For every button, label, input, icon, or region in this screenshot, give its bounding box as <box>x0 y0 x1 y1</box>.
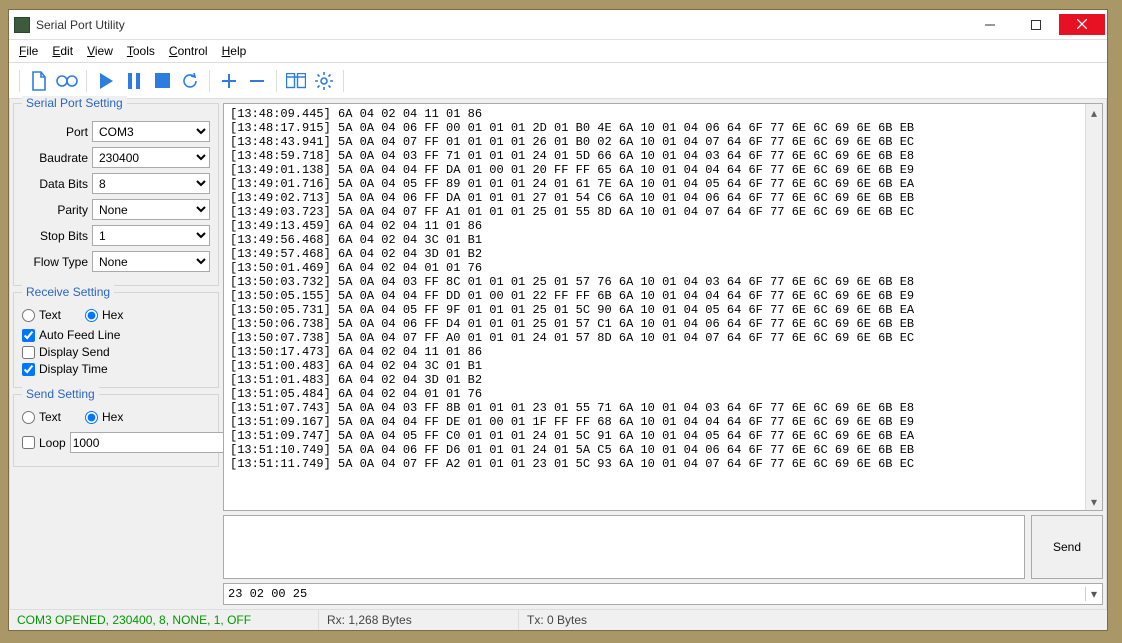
output-scrollbar[interactable]: ▴ ▾ <box>1085 104 1102 510</box>
maximize-button[interactable] <box>1013 15 1059 35</box>
menu-help[interactable]: Help <box>216 42 253 60</box>
flow-select[interactable]: None <box>92 251 210 272</box>
serial-port-title: Serial Port Setting <box>22 96 127 110</box>
autofeed-check[interactable]: Auto Feed Line <box>22 328 210 342</box>
send-group: Send Setting Text Hex Loop ms <box>13 394 219 467</box>
statusbar: COM3 OPENED, 230400, 8, NONE, 1, OFF Rx:… <box>9 609 1107 630</box>
status-rx: Rx: 1,268 Bytes <box>319 610 519 630</box>
parity-label: Parity <box>22 203 88 217</box>
left-panel: Serial Port Setting Port COM3 Baudrate 2… <box>13 103 219 605</box>
history-input[interactable] <box>224 587 1085 601</box>
send-hex-radio[interactable]: Hex <box>85 410 123 424</box>
minimize-button[interactable] <box>967 15 1013 35</box>
reload-button[interactable] <box>177 68 203 94</box>
displaytime-check[interactable]: Display Time <box>22 362 210 376</box>
stop-button[interactable] <box>149 68 175 94</box>
databits-label: Data Bits <box>22 177 88 191</box>
send-title: Send Setting <box>22 387 99 401</box>
app-icon <box>14 17 30 33</box>
history-dropdown-icon[interactable]: ▾ <box>1085 587 1102 601</box>
flow-label: Flow Type <box>22 255 88 269</box>
send-text-radio[interactable]: Text <box>22 410 61 424</box>
receive-group: Receive Setting Text Hex Auto Feed Line … <box>13 292 219 388</box>
menu-control[interactable]: Control <box>163 42 214 60</box>
menu-view-label: iew <box>95 44 113 58</box>
menu-tools[interactable]: Tools <box>121 42 161 60</box>
menu-file-label: ile <box>26 44 38 58</box>
history-combo[interactable]: ▾ <box>223 583 1103 605</box>
close-button[interactable] <box>1059 14 1105 35</box>
scroll-down-icon[interactable]: ▾ <box>1086 493 1102 510</box>
recv-hex-radio[interactable]: Hex <box>85 308 123 322</box>
recv-text-radio[interactable]: Text <box>22 308 61 322</box>
menu-control-label: ontrol <box>178 44 208 58</box>
right-panel: [13:48:09.445] 6A 04 02 04 11 01 86 [13:… <box>223 103 1103 605</box>
menu-edit-label: dit <box>60 44 73 58</box>
menu-file[interactable]: File <box>13 42 44 60</box>
stopbits-label: Stop Bits <box>22 229 88 243</box>
app-window: Serial Port Utility File Edit View Tools… <box>8 9 1108 631</box>
toolbar <box>9 63 1107 99</box>
send-button[interactable]: Send <box>1031 515 1103 579</box>
receive-title: Receive Setting <box>22 285 114 299</box>
stopbits-select[interactable]: 1 <box>92 225 210 246</box>
send-textarea[interactable] <box>223 515 1025 579</box>
status-connection: COM3 OPENED, 230400, 8, NONE, 1, OFF <box>9 610 319 630</box>
receive-output[interactable]: [13:48:09.445] 6A 04 02 04 11 01 86 [13:… <box>224 104 1085 510</box>
databits-select[interactable]: 8 <box>92 173 210 194</box>
client-area: Serial Port Setting Port COM3 Baudrate 2… <box>9 99 1107 609</box>
baud-select[interactable]: 230400 <box>92 147 210 168</box>
record-button[interactable] <box>54 68 80 94</box>
add-button[interactable] <box>216 68 242 94</box>
menu-view[interactable]: View <box>81 42 119 60</box>
play-button[interactable] <box>93 68 119 94</box>
loop-value-input[interactable] <box>70 432 231 453</box>
panels-button[interactable] <box>283 68 309 94</box>
port-select[interactable]: COM3 <box>92 121 210 142</box>
menubar: File Edit View Tools Control Help <box>9 40 1107 63</box>
settings-button[interactable] <box>311 68 337 94</box>
loop-check[interactable]: Loop <box>22 436 66 450</box>
scroll-up-icon[interactable]: ▴ <box>1086 104 1102 121</box>
new-file-button[interactable] <box>26 68 52 94</box>
menu-help-label: elp <box>230 44 246 58</box>
pause-button[interactable] <box>121 68 147 94</box>
titlebar: Serial Port Utility <box>9 10 1107 40</box>
port-label: Port <box>22 125 88 139</box>
serial-port-group: Serial Port Setting Port COM3 Baudrate 2… <box>13 103 219 286</box>
send-row: Send <box>223 515 1103 579</box>
status-tx: Tx: 0 Bytes <box>519 610 1107 630</box>
app-title: Serial Port Utility <box>36 18 125 32</box>
menu-edit[interactable]: Edit <box>46 42 79 60</box>
displaysend-check[interactable]: Display Send <box>22 345 210 359</box>
menu-tools-label: ools <box>133 44 155 58</box>
remove-button[interactable] <box>244 68 270 94</box>
baud-label: Baudrate <box>22 151 88 165</box>
parity-select[interactable]: None <box>92 199 210 220</box>
receive-output-wrap: [13:48:09.445] 6A 04 02 04 11 01 86 [13:… <box>223 103 1103 511</box>
